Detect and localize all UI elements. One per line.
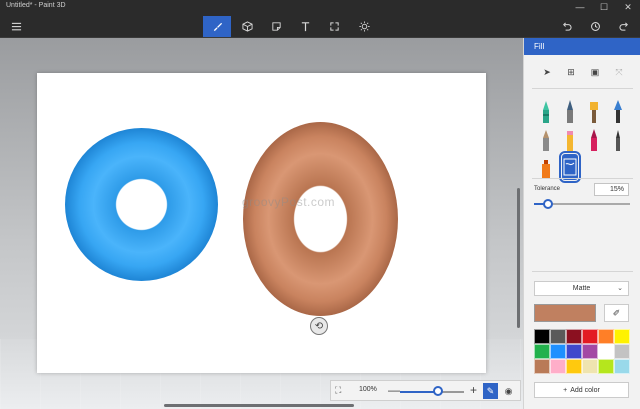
marker-icon[interactable]	[538, 98, 554, 124]
close-button[interactable]: ✕	[616, 0, 640, 14]
color-swatch[interactable]	[566, 344, 582, 359]
zoom-out-button[interactable]: —	[388, 383, 400, 397]
watermark: groovyPost.com	[242, 195, 336, 209]
color-swatch[interactable]	[582, 329, 598, 344]
brown-donut-shape[interactable]	[243, 122, 398, 316]
color-swatch[interactable]	[598, 329, 614, 344]
pencil-icon[interactable]	[562, 126, 578, 152]
minimize-button[interactable]: —	[568, 0, 592, 14]
color-swatch[interactable]	[550, 344, 566, 359]
watercolor-icon[interactable]	[610, 98, 626, 124]
tolerance-slider[interactable]	[534, 199, 630, 209]
color-swatch[interactable]	[566, 329, 582, 344]
eyedropper-icon[interactable]: ✐	[604, 304, 629, 322]
hamburger-menu-icon[interactable]	[2, 16, 30, 37]
plus-icon: +	[563, 386, 568, 394]
color-swatch[interactable]	[566, 359, 582, 374]
zoom-bar: ⛶ 100% — + ✎ ◉	[330, 380, 521, 401]
redo-icon[interactable]	[610, 16, 638, 37]
divider	[532, 88, 633, 89]
canvas-icon[interactable]	[320, 16, 348, 37]
oil-brush-icon[interactable]	[586, 98, 602, 124]
finish-value: Matte	[572, 285, 591, 292]
paste-icon[interactable]: ▣	[588, 65, 602, 79]
spray-can-icon[interactable]	[538, 154, 554, 180]
color-swatch[interactable]	[598, 359, 614, 374]
tolerance-slider-thumb[interactable]	[543, 199, 554, 209]
history-icon[interactable]	[581, 16, 609, 37]
brushes-icon[interactable]	[203, 16, 231, 37]
calligraphy-pen-icon[interactable]	[562, 98, 578, 124]
finish-dropdown[interactable]: Matte ⌄	[534, 281, 629, 296]
crayon-icon[interactable]	[586, 126, 602, 152]
fit-to-screen-icon[interactable]: ⛶	[335, 385, 348, 397]
color-swatch[interactable]	[534, 344, 550, 359]
fill-bucket-icon[interactable]	[559, 151, 581, 183]
horizontal-scrollbar[interactable]	[164, 404, 354, 407]
color-swatch[interactable]	[614, 344, 630, 359]
divider	[532, 178, 633, 179]
3d-shapes-icon[interactable]	[233, 16, 261, 37]
color-swatch[interactable]	[614, 329, 630, 344]
color-swatch[interactable]	[550, 329, 566, 344]
add-color-button[interactable]: + Add color	[534, 382, 629, 398]
blue-donut-shape[interactable]	[65, 128, 218, 281]
eraser-icon[interactable]	[610, 126, 626, 152]
rotate-handle-icon[interactable]: ⟲	[310, 317, 328, 335]
text-icon[interactable]	[291, 16, 319, 37]
panel-title: Fill	[524, 38, 640, 55]
window-title: Untitled* - Paint 3D	[6, 2, 66, 9]
color-swatch[interactable]	[614, 359, 630, 374]
color-swatch[interactable]	[598, 344, 614, 359]
pixel-pen-icon[interactable]	[538, 126, 554, 152]
selection-tools: ➤ ⊞ ▣ ⤧	[524, 65, 640, 81]
chevron-down-icon: ⌄	[617, 285, 623, 292]
zoom-slider[interactable]	[400, 391, 464, 393]
color-swatch[interactable]	[534, 359, 550, 374]
color-palette	[534, 329, 630, 374]
add-color-label: Add color	[570, 386, 600, 394]
tolerance-label: Tolerance	[534, 186, 561, 192]
side-panel: Fill ➤ ⊞ ▣ ⤧ Tolerance 15% Matte ⌄ ✐ + A…	[523, 38, 640, 409]
select-cursor-icon[interactable]: ➤	[540, 65, 554, 79]
pen-mode-icon[interactable]: ✎	[483, 383, 498, 399]
title-bar: Untitled* - Paint 3D — ☐ ✕	[0, 0, 640, 14]
stickers-icon[interactable]	[262, 16, 290, 37]
view-icon[interactable]: ◉	[501, 384, 516, 398]
color-swatch[interactable]	[550, 359, 566, 374]
color-swatch[interactable]	[582, 344, 598, 359]
color-swatch[interactable]	[582, 359, 598, 374]
main-toolbar	[0, 14, 640, 38]
effects-icon[interactable]	[350, 16, 378, 37]
zoom-percent: 100%	[359, 386, 377, 393]
delete-icon: ⤧	[615, 66, 623, 77]
current-color-swatch[interactable]	[534, 304, 596, 322]
color-swatch[interactable]	[534, 329, 550, 344]
maximize-button[interactable]: ☐	[592, 0, 616, 14]
divider	[532, 271, 633, 272]
crop-icon[interactable]: ⊞	[564, 65, 578, 79]
vertical-scrollbar[interactable]	[517, 188, 520, 328]
zoom-slider-thumb[interactable]	[433, 386, 444, 396]
undo-icon[interactable]	[552, 16, 580, 37]
zoom-in-button[interactable]: +	[470, 383, 477, 397]
tolerance-value-input[interactable]: 15%	[594, 183, 629, 196]
